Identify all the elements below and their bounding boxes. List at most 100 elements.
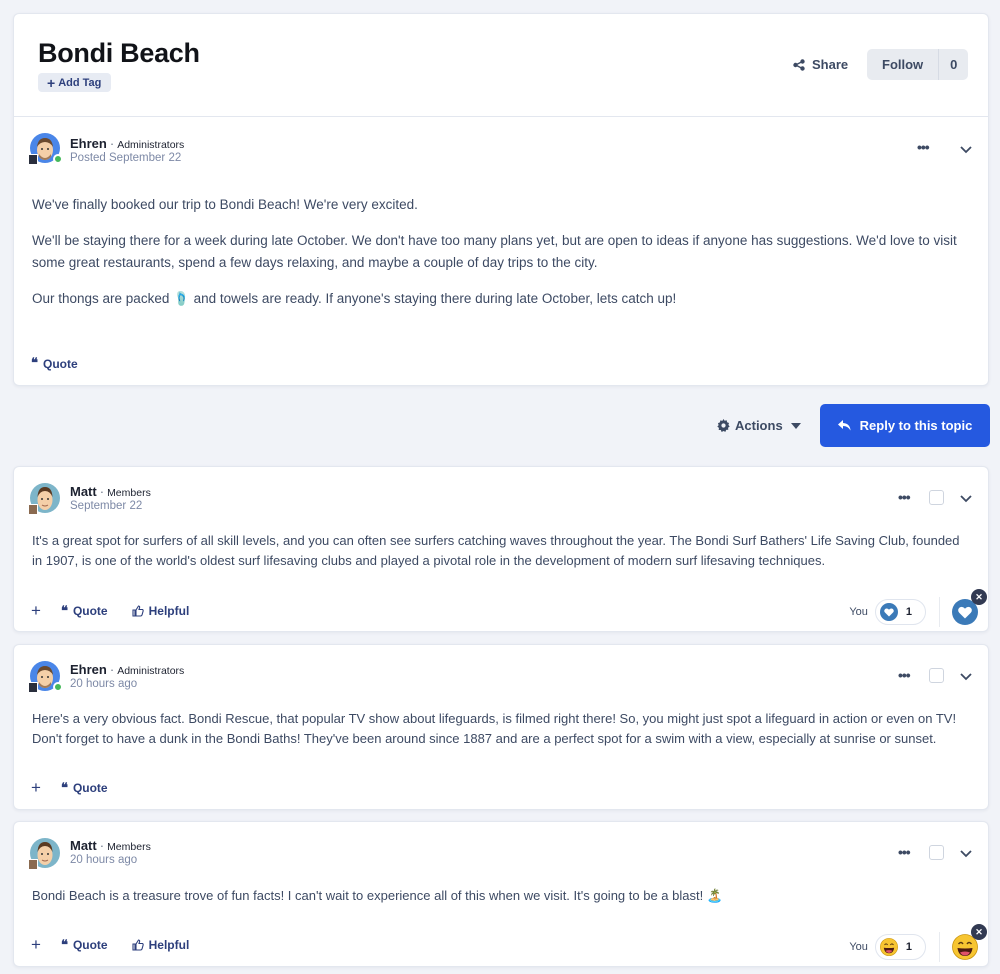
add-tag-button[interactable]: + Add Tag [38,73,112,92]
quote-button[interactable]: ❝ Quote [31,356,78,371]
quote-icon: ❝ [60,603,68,619]
quote-button[interactable]: ❝ Quote [61,938,108,953]
more-options-icon[interactable]: ••• [917,139,930,155]
author-group: Administrators [117,139,185,151]
author-line: Matt · Members [70,484,151,499]
reply-card: Matt · Members September 22 ••• It's a gre… [13,466,989,632]
share-icon [793,58,805,71]
author-line: Ehren · Administrators [70,136,185,151]
rank-badge-icon [28,154,38,165]
more-options-icon[interactable]: ••• [898,489,911,505]
select-post-checkbox[interactable] [929,668,944,683]
select-post-checkbox[interactable] [929,845,944,860]
gear-icon [717,419,730,432]
helpful-button[interactable]: Helpful [132,604,190,618]
author-name[interactable]: Ehren [70,136,107,151]
react-button[interactable]: ✕ [952,589,987,625]
post-content: We've finally booked our trip to Bondi B… [32,194,972,324]
actions-menu-button[interactable]: Actions [717,418,801,433]
reply-to-topic-button[interactable]: Reply to this topic [820,404,990,447]
reactions-bar: You 1 ✕ [849,589,987,627]
post-footer: + ❝ Quote Helpful [31,601,213,621]
post-date[interactable]: 20 hours ago [70,678,137,690]
post-footer: + ❝ Quote Helpful [31,935,213,955]
online-indicator [53,682,63,692]
multiquote-plus-icon[interactable]: + [31,601,41,621]
more-options-icon[interactable]: ••• [898,844,911,860]
author-name[interactable]: Ehren [70,662,107,677]
author-line: Ehren · Administrators [70,662,185,677]
add-tag-label: Add Tag [58,76,102,89]
select-post-checkbox[interactable] [929,490,944,505]
avatar[interactable] [28,483,60,515]
author-group: Members [107,487,151,499]
topic-header: Bondi Beach + Add Tag Share Follow 0 [14,14,988,117]
actions-label: Actions [735,418,783,433]
more-options-icon[interactable]: ••• [898,667,911,683]
laugh-icon [880,938,898,956]
helpful-label: Helpful [148,938,190,952]
multiquote-plus-icon[interactable]: + [31,935,41,955]
post-content: It's a great spot for surfers of all ski… [32,533,960,568]
quote-label: Quote [72,938,108,952]
post-paragraph: Our thongs are packed 🩴 and towels are r… [32,291,677,306]
post-date[interactable]: 20 hours ago [70,854,137,866]
online-indicator [53,154,63,164]
author-group: Members [107,841,151,853]
avatar[interactable] [28,838,60,870]
quote-label: Quote [72,781,108,795]
quote-button[interactable]: ❝ Quote [61,781,108,796]
helpful-button[interactable]: Helpful [132,938,190,952]
share-button[interactable]: Share [793,57,848,72]
heart-icon [880,603,898,621]
chevron-down-icon[interactable] [959,145,973,155]
post-date[interactable]: September 22 [70,500,142,512]
reply-card: Matt · Members 20 hours ago ••• Bondi Beac… [13,821,989,967]
rank-badge-icon [28,859,38,870]
chevron-down-icon[interactable] [959,672,973,682]
post-paragraph: We've finally booked our trip to Bondi B… [32,197,418,212]
author-name[interactable]: Matt [70,484,97,499]
react-button[interactable]: ✕ [952,924,987,960]
follower-count: 0 [950,57,958,72]
remove-reaction-icon[interactable]: ✕ [971,589,987,605]
multiquote-plus-icon[interactable]: + [31,778,41,798]
topic-card: Bondi Beach + Add Tag Share Follow 0 Ehr… [13,13,989,386]
plus-icon: + [47,74,56,91]
post-header: Ehren · Administrators Posted September 22… [14,117,988,177]
caret-down-icon [790,422,801,429]
post-footer: + ❝ Quote [31,778,132,798]
reaction-user[interactable]: You [849,941,868,953]
quote-icon: ❝ [60,780,68,796]
reaction-pill[interactable]: 1 [874,599,926,625]
author-line: Matt · Members [70,838,151,853]
thumbs-up-icon [132,605,144,617]
quote-button[interactable]: ❝ Quote [61,604,108,619]
reply-icon [837,420,851,431]
reactions-bar: You 1 ✕ [849,924,987,962]
remove-reaction-icon[interactable]: ✕ [971,924,987,940]
helpful-label: Helpful [148,604,190,618]
rank-badge-icon [28,682,38,693]
reaction-count: 1 [905,606,912,618]
chevron-down-icon[interactable] [959,849,973,859]
reaction-pill[interactable]: 1 [874,934,926,960]
quote-label: Quote [43,356,78,371]
post-content: Here's a very obvious fact. Bondi Rescue… [32,711,957,746]
reply-label: Reply to this topic [859,418,973,433]
reaction-user[interactable]: You [849,606,868,618]
avatar[interactable] [28,133,63,165]
reaction-count: 1 [905,941,912,953]
thumbs-up-icon [132,939,144,951]
post-date[interactable]: Posted September 22 [70,152,181,164]
quote-icon: ❝ [60,937,68,953]
post-content: Bondi Beach is a treasure trove of fun f… [32,888,724,903]
page-title: Bondi Beach [38,38,200,68]
author-name[interactable]: Matt [70,838,97,853]
avatar[interactable] [28,661,63,693]
follow-button-group: Follow 0 [867,49,969,80]
follow-button[interactable]: Follow [867,49,940,80]
post-footer: ❝ Quote [31,356,102,371]
chevron-down-icon[interactable] [959,494,973,504]
share-label: Share [812,57,849,72]
